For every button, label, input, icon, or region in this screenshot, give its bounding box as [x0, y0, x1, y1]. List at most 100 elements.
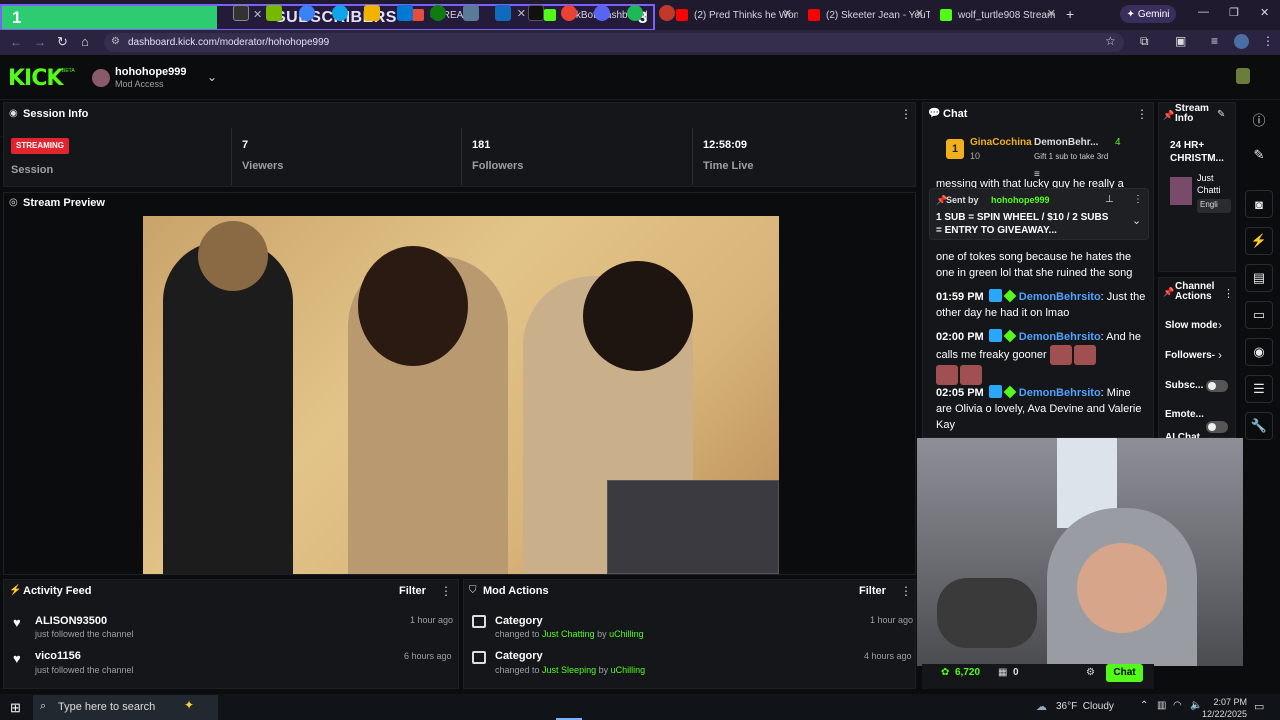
- kick-logo[interactable]: KICK: [8, 66, 63, 91]
- mod-menu-icon[interactable]: ⋮: [900, 584, 912, 598]
- session-info-title: Session Info: [23, 108, 89, 120]
- reload-icon[interactable]: ↻: [57, 34, 68, 50]
- info-icon[interactable]: ⓘ: [1245, 105, 1273, 133]
- wifi-icon[interactable]: ◠: [1173, 700, 1182, 711]
- tab-close-icon[interactable]: ✕: [915, 7, 924, 20]
- back-icon[interactable]: ←: [10, 35, 22, 49]
- broadcast-icon[interactable]: ◉: [1245, 338, 1273, 366]
- network-icon[interactable]: ▥: [1157, 700, 1166, 711]
- xbox-icon[interactable]: [430, 5, 446, 21]
- minimize-icon[interactable]: —: [1198, 6, 1209, 18]
- edit-pencil-icon[interactable]: ✎: [1217, 109, 1225, 120]
- edit-icon[interactable]: ✎: [1245, 141, 1273, 169]
- lightning-icon[interactable]: ⚡: [1245, 227, 1273, 255]
- discord-icon[interactable]: [594, 5, 610, 21]
- nvidia-icon[interactable]: [266, 5, 282, 21]
- top-gifter-name[interactable]: GinaCochina: [970, 137, 1032, 148]
- chat-icon[interactable]: ▭: [1245, 301, 1273, 329]
- tab-youtube-pred[interactable]: (2) Pred Thinks he Won ✕: [670, 4, 798, 26]
- sidebar-icon[interactable]: ▣: [1175, 34, 1186, 48]
- bookmark-star-icon[interactable]: ☆: [1105, 34, 1116, 48]
- tab-close-icon[interactable]: ✕: [517, 7, 526, 20]
- activity-user[interactable]: ALISON93500: [35, 615, 107, 627]
- camera-icon[interactable]: ◙: [1245, 190, 1273, 218]
- clock-time[interactable]: 2:07 PM: [1207, 697, 1247, 707]
- windows-start-icon[interactable]: ⊞: [10, 700, 21, 716]
- stream-category: Just Chatti: [1197, 173, 1221, 195]
- obs-icon[interactable]: [659, 5, 675, 21]
- clock-date[interactable]: 12/22/2025: [1200, 709, 1247, 719]
- activity-time: 1 hour ago: [410, 615, 454, 625]
- activity-menu-icon[interactable]: ⋮: [440, 584, 452, 598]
- store-icon[interactable]: [397, 5, 413, 21]
- tab-close-icon[interactable]: ✕: [1047, 7, 1056, 20]
- tiktok-icon[interactable]: [528, 5, 544, 21]
- weather-cloud-icon: ☁: [1036, 701, 1047, 713]
- activity-user[interactable]: vico1156: [35, 650, 81, 662]
- channel-switch-chevron-down-icon[interactable]: ⌄: [207, 70, 217, 84]
- browser-menu-icon[interactable]: ⋮: [1262, 34, 1274, 48]
- file-explorer-icon[interactable]: [364, 5, 380, 21]
- chat-settings-gear-icon[interactable]: ⚙: [1086, 667, 1095, 678]
- chevron-right-icon[interactable]: ›: [1218, 348, 1222, 362]
- spotify-icon[interactable]: [627, 5, 643, 21]
- pinned-sent-by: Sent by: [946, 195, 979, 205]
- reading-list-icon[interactable]: ≡: [1211, 34, 1218, 48]
- chat-menu-icon[interactable]: ⋮: [1136, 107, 1148, 121]
- edge-icon[interactable]: [332, 5, 348, 21]
- tab-youtube-skeeter[interactable]: (2) Skeeter Jean - YouTu ✕: [802, 4, 930, 26]
- tab-wolf-turtle[interactable]: wolf_turtle908 Stream ✕: [934, 4, 1062, 26]
- gemini-button[interactable]: ✦ Gemini: [1120, 5, 1176, 23]
- chevron-right-icon[interactable]: ›: [1218, 318, 1222, 332]
- copilot-icon[interactable]: [299, 5, 315, 21]
- user-avatar[interactable]: [1236, 68, 1250, 84]
- maximize-icon[interactable]: ❐: [1229, 6, 1239, 19]
- mod-filter-button[interactable]: Filter: [859, 585, 886, 597]
- video-figure-hair: [358, 246, 468, 366]
- stream-video[interactable]: [143, 216, 779, 574]
- webcam-overlay: [917, 438, 1243, 666]
- chat-send-button[interactable]: Chat: [1106, 664, 1143, 682]
- channel-actions-menu-icon[interactable]: ⋮: [1223, 287, 1234, 300]
- task-view-icon[interactable]: [233, 5, 249, 21]
- activity-filter-button[interactable]: Filter: [399, 585, 426, 597]
- tab-close-icon[interactable]: ✕: [253, 8, 262, 21]
- notifications-icon[interactable]: ▭: [1254, 700, 1264, 713]
- moderator-badge-icon: [988, 329, 1002, 342]
- beta-tag: BETA: [62, 68, 75, 74]
- tab-favicon-icon: [544, 9, 556, 21]
- new-tab-icon[interactable]: +: [1066, 6, 1074, 22]
- profile-avatar[interactable]: [1234, 34, 1249, 49]
- extensions-icon[interactable]: ⧉: [1140, 34, 1149, 49]
- window-close-icon[interactable]: ✕: [1260, 6, 1269, 19]
- tray-chevron-up-icon[interactable]: ⌃: [1140, 700, 1148, 711]
- session-menu-icon[interactable]: ⋮: [900, 107, 912, 121]
- pinned-user[interactable]: hohohope999: [991, 195, 1050, 205]
- app-icon[interactable]: [463, 5, 479, 21]
- subscribers-only-toggle[interactable]: [1206, 380, 1228, 392]
- slow-mode-action[interactable]: Slow mode: [1165, 320, 1217, 331]
- stat-divider: [692, 128, 693, 185]
- weather-text[interactable]: 36°F Cloudy: [1056, 701, 1114, 712]
- channel-name: hohohope999: [115, 66, 187, 78]
- pinned-expand-chevron-down-icon[interactable]: ⌄: [1132, 214, 1141, 227]
- followers-only-action[interactable]: Followers-: [1165, 350, 1217, 361]
- gift-icon[interactable]: ▦: [998, 667, 1007, 678]
- outlook-icon[interactable]: [495, 5, 511, 21]
- unpin-icon[interactable]: ⊥: [1105, 194, 1114, 205]
- stream-title: 24 HR+ CHRISTM...: [1170, 140, 1224, 164]
- home-icon[interactable]: ⌂: [81, 34, 89, 49]
- wrench-icon[interactable]: 🔧: [1245, 412, 1273, 440]
- forward-icon[interactable]: →: [34, 35, 46, 49]
- pinned-menu-icon[interactable]: ⋮: [1133, 194, 1143, 205]
- tab-close-icon[interactable]: ✕: [783, 7, 792, 20]
- channel-avatar: [92, 69, 110, 87]
- site-info-icon[interactable]: ⚙: [111, 36, 120, 47]
- second-gifter-name[interactable]: DemonBehr...: [1034, 137, 1098, 148]
- chrome-icon[interactable]: [561, 5, 577, 21]
- document-icon[interactable]: ▤: [1245, 264, 1273, 292]
- channel-points[interactable]: 6,720: [955, 667, 980, 678]
- list-icon[interactable]: ☰: [1245, 375, 1273, 403]
- followers-count: 181: [472, 139, 491, 151]
- streaming-badge: STREAMING: [11, 138, 69, 154]
